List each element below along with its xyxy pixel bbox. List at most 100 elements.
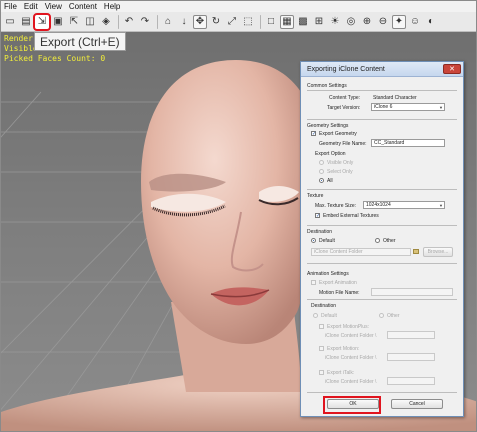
animation-settings-title: Animation Settings	[307, 271, 349, 277]
export-italk-label: Export iTalk:	[327, 370, 355, 376]
motionplus-folder-path: iClone Content Folder \	[325, 333, 377, 339]
animation-default-label: Default	[321, 313, 337, 319]
cancel-button[interactable]: Cancel	[391, 399, 443, 409]
export-motionplus-label: Export MotionPlus:	[327, 324, 369, 330]
content-type-label: Content Type:	[329, 95, 361, 101]
scale-icon[interactable]: ⤢	[225, 15, 239, 29]
content-type-value: Standard Character	[373, 95, 417, 101]
export-italk-checkbox[interactable]	[319, 370, 324, 375]
divider	[307, 263, 457, 264]
solid-icon[interactable]: ▦	[280, 14, 294, 29]
all-radio[interactable]	[319, 178, 324, 183]
geometry-file-name-field[interactable]: CC_Standard	[371, 139, 445, 147]
italk-folder-path: iClone Content Folder \	[325, 379, 377, 385]
rotate-icon[interactable]: ↻	[209, 15, 223, 29]
zoom-out-icon[interactable]: ⊖	[376, 15, 390, 29]
move-icon[interactable]: ✥	[193, 14, 207, 29]
toolbar-separator	[260, 14, 261, 29]
destination-folder-field[interactable]: iClone Content Folder	[311, 248, 411, 256]
motion-file-name-label: Motion File Name:	[319, 290, 360, 296]
max-texture-size-label: Max. Texture Size:	[315, 203, 357, 209]
divider	[307, 299, 457, 300]
camera-icon[interactable]: ◎	[344, 15, 358, 29]
light-icon[interactable]: ☀	[328, 15, 342, 29]
layers-icon[interactable]: ◫	[83, 15, 97, 29]
import-icon[interactable]: ⇱	[67, 15, 81, 29]
close-icon[interactable]: ✕	[443, 64, 461, 74]
divider	[307, 189, 457, 190]
motion-path-field[interactable]	[387, 353, 435, 361]
export-tooltip: Export (Ctrl+E)	[34, 32, 126, 51]
dialog-title-bar[interactable]: Exporting iClone Content ✕	[301, 62, 463, 77]
toolbar-separator	[118, 14, 119, 29]
export-dialog: Exporting iClone Content ✕ Common Settin…	[300, 61, 464, 417]
ok-highlight-box	[323, 396, 381, 414]
box-icon[interactable]: □	[264, 15, 278, 29]
motion-file-name-field[interactable]	[371, 288, 453, 296]
visible-info-text: Visible	[4, 44, 38, 53]
dialog-title: Exporting iClone Content	[307, 65, 385, 73]
motionplus-path-field[interactable]	[387, 331, 435, 339]
menu-view[interactable]: View	[45, 2, 62, 11]
wire-icon[interactable]: ▩	[296, 15, 310, 29]
animation-destination-title: Destination	[311, 303, 337, 309]
zoom-in-icon[interactable]: ⊕	[360, 15, 374, 29]
open-icon[interactable]: ▤	[19, 15, 33, 29]
select-only-label: Select Only	[327, 169, 353, 175]
undo-icon[interactable]: ↶	[122, 15, 136, 29]
destination-default-radio[interactable]	[311, 238, 316, 243]
chevron-down-icon: ▼	[439, 105, 443, 110]
down-arrow-icon[interactable]: ↓	[177, 15, 191, 29]
export-geometry-checkbox[interactable]: ✓	[311, 131, 316, 137]
embed-textures-checkbox[interactable]: ✓	[315, 213, 320, 219]
export-motion-label: Export Motion:	[327, 346, 360, 352]
visible-only-label: Visible Only	[327, 160, 354, 166]
save-icon[interactable]: ▣	[51, 15, 65, 29]
export-animation-checkbox[interactable]	[311, 280, 316, 285]
grid-icon[interactable]: ⊞	[312, 15, 326, 29]
divider	[307, 90, 457, 91]
new-icon[interactable]: ▭	[3, 15, 17, 29]
divider	[307, 225, 457, 226]
cube-icon[interactable]: ◈	[99, 15, 113, 29]
export-animation-label: Export Animation	[319, 280, 357, 286]
embed-textures-label: Embed External Textures	[323, 213, 379, 219]
destination-other-radio[interactable]	[375, 238, 380, 243]
face-icon[interactable]: ☺	[408, 15, 422, 29]
target-version-label: Target Version:	[327, 105, 361, 111]
select-only-radio[interactable]	[319, 169, 324, 174]
chevron-down-icon: ▼	[439, 203, 443, 208]
render-info-text: Render	[4, 34, 33, 43]
menu-edit[interactable]: Edit	[24, 2, 38, 11]
target-version-select[interactable]: iClone 6 ▼	[371, 103, 445, 111]
folder-icon[interactable]	[413, 249, 419, 254]
menu-help[interactable]: Help	[104, 2, 120, 11]
select-icon[interactable]: ✦	[392, 14, 406, 29]
animation-other-label: Other	[387, 313, 400, 319]
menu-content[interactable]: Content	[69, 2, 97, 11]
toolbar: ▭ ▤ ⇲ ▣ ⇱ ◫ ◈ ↶ ↷ ⌂ ↓ ✥ ↻ ⤢ ⬚ □ ▦ ▩ ⊞ ☀ …	[1, 12, 476, 32]
picked-faces-count: Picked Faces Count: 0	[4, 54, 106, 63]
export-icon[interactable]: ⇲	[33, 12, 51, 31]
menu-file[interactable]: File	[4, 2, 17, 11]
fit-icon[interactable]: ⬚	[241, 15, 255, 29]
all-label: All	[327, 178, 333, 184]
texture-title: Texture	[307, 193, 324, 199]
common-settings-title: Common Settings	[307, 83, 347, 89]
export-motion-checkbox[interactable]	[319, 346, 324, 351]
italk-path-field[interactable]	[387, 377, 435, 385]
home-icon[interactable]: ⌂	[161, 15, 175, 29]
redo-icon[interactable]: ↷	[138, 15, 152, 29]
browse-button[interactable]: Browse...	[423, 247, 453, 257]
animation-default-radio[interactable]	[313, 313, 318, 318]
menu-bar: File Edit View Content Help	[1, 1, 476, 12]
motion-folder-path: iClone Content Folder \	[325, 355, 377, 361]
visible-only-radio[interactable]	[319, 160, 324, 165]
destination-other-label: Other	[383, 238, 396, 244]
geometry-settings-title: Geometry Settings	[307, 123, 349, 129]
render-icon[interactable]: ◐	[424, 15, 438, 29]
geometry-file-name-label: Geometry File Name:	[319, 141, 367, 147]
export-motionplus-checkbox[interactable]	[319, 324, 324, 329]
max-texture-size-select[interactable]: 1024x1024 ▼	[363, 201, 445, 209]
animation-other-radio[interactable]	[379, 313, 384, 318]
